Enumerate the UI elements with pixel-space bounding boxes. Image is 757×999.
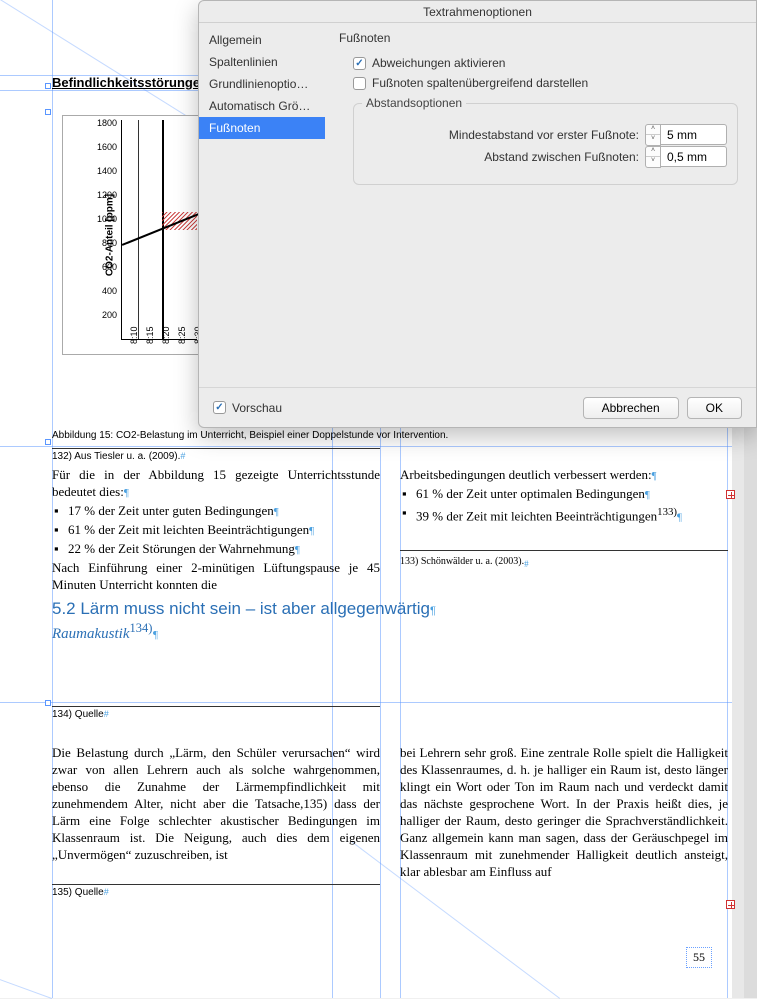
sidebar-item-grundlinien[interactable]: Grundlinienoptionen xyxy=(199,73,325,95)
footnote-134: 134) Quelle# xyxy=(52,709,728,720)
heading-5-2: 5.2 Lärm muss nicht sein – ist aber allg… xyxy=(52,593,728,621)
checkbox-abweichungen[interactable] xyxy=(353,57,366,70)
panel-title: Fußnoten xyxy=(339,31,742,45)
footnote-133: 133) Schönwälder u. a. (2003).# xyxy=(400,553,728,573)
label-spaltenuebergreifend: Fußnoten spaltenübergreifend darstellen xyxy=(372,76,588,90)
sidebar-item-fussnoten[interactable]: Fußnoten xyxy=(199,117,325,139)
page-number: 55 xyxy=(686,947,712,968)
dialog-sidebar: Allgemein Spaltenlinien Grundlinienoptio… xyxy=(199,23,325,387)
label-vorschau: Vorschau xyxy=(232,401,282,415)
checkbox-spaltenuebergreifend[interactable] xyxy=(353,77,366,90)
co2-chart: CO2-Anteil [ppm] 1800 1600 1400 1200 100… xyxy=(62,115,202,355)
input-abstand-zwischen[interactable] xyxy=(661,146,727,167)
footnote-132: 132) Aus Tiesler u. a. (2009).# xyxy=(52,451,728,462)
label-abstand-zwischen: Abstand zwischen Fußnoten: xyxy=(364,150,639,164)
checkbox-vorschau[interactable] xyxy=(213,401,226,414)
step-down-icon[interactable]: ˅ xyxy=(646,157,660,167)
step-up-icon[interactable]: ˄ xyxy=(646,125,660,135)
label-mindestabstand: Mindestabstand vor erster Fußnote: xyxy=(364,128,639,142)
subheading-raumakustik: Raumakustik134)¶ xyxy=(52,621,728,647)
stepper-abstand-zwischen[interactable]: ˄ ˅ xyxy=(645,146,727,168)
sidebar-item-allgemein[interactable]: Allgemein xyxy=(199,29,325,51)
ok-button[interactable]: OK xyxy=(687,397,742,419)
step-down-icon[interactable]: ˅ xyxy=(646,135,660,145)
text-frame-options-dialog: Textrahmenoptionen Allgemein Spaltenlini… xyxy=(198,0,757,428)
cancel-button[interactable]: Abbrechen xyxy=(583,397,679,419)
sidebar-item-spaltenlinien[interactable]: Spaltenlinien xyxy=(199,51,325,73)
dialog-title: Textrahmenoptionen xyxy=(199,1,756,23)
text-frame-1[interactable]: 132) Aus Tiesler u. a. (2009).# Für die … xyxy=(52,448,728,647)
text-frame-2[interactable]: 134) Quelle# Die Belastung durch „Lärm, … xyxy=(52,706,728,902)
fieldset-abstand-title: Abstandsoptionen xyxy=(362,96,466,110)
input-mindestabstand[interactable] xyxy=(661,124,727,145)
section-heading: Befindlichkeitsstörungen xyxy=(52,75,208,90)
stepper-mindestabstand[interactable]: ˄ ˅ xyxy=(645,124,727,146)
footnote-135: 135) Quelle# xyxy=(52,887,728,898)
figure-caption: Abbildung 15: CO2-Belastung im Unterrich… xyxy=(52,430,448,441)
sidebar-item-autosize[interactable]: Automatisch Größe än... xyxy=(199,95,325,117)
panel-fussnoten: Fußnoten Abweichungen aktivieren Fußnote… xyxy=(325,23,756,387)
step-up-icon[interactable]: ˄ xyxy=(646,147,660,157)
label-abweichungen: Abweichungen aktivieren xyxy=(372,56,505,70)
